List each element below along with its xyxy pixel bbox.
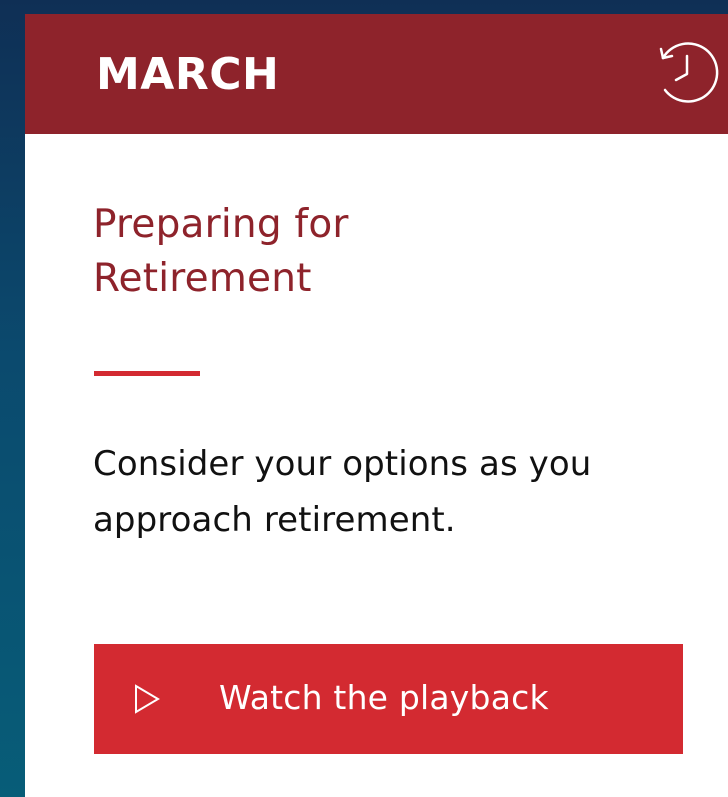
- watch-playback-label: Watch the playback: [219, 678, 549, 717]
- history-icon: [651, 38, 721, 108]
- card-header: MARCH: [25, 14, 728, 134]
- card-description: Consider your options as you approach re…: [93, 444, 592, 540]
- month-label: MARCH: [96, 49, 280, 100]
- play-icon: [134, 684, 160, 714]
- retirement-card: MARCH Preparing for Retirement Consider …: [25, 14, 728, 797]
- title-divider: [94, 371, 200, 376]
- watch-playback-button[interactable]: Watch the playback: [94, 644, 683, 754]
- card-title: Preparing for Retirement: [93, 202, 349, 301]
